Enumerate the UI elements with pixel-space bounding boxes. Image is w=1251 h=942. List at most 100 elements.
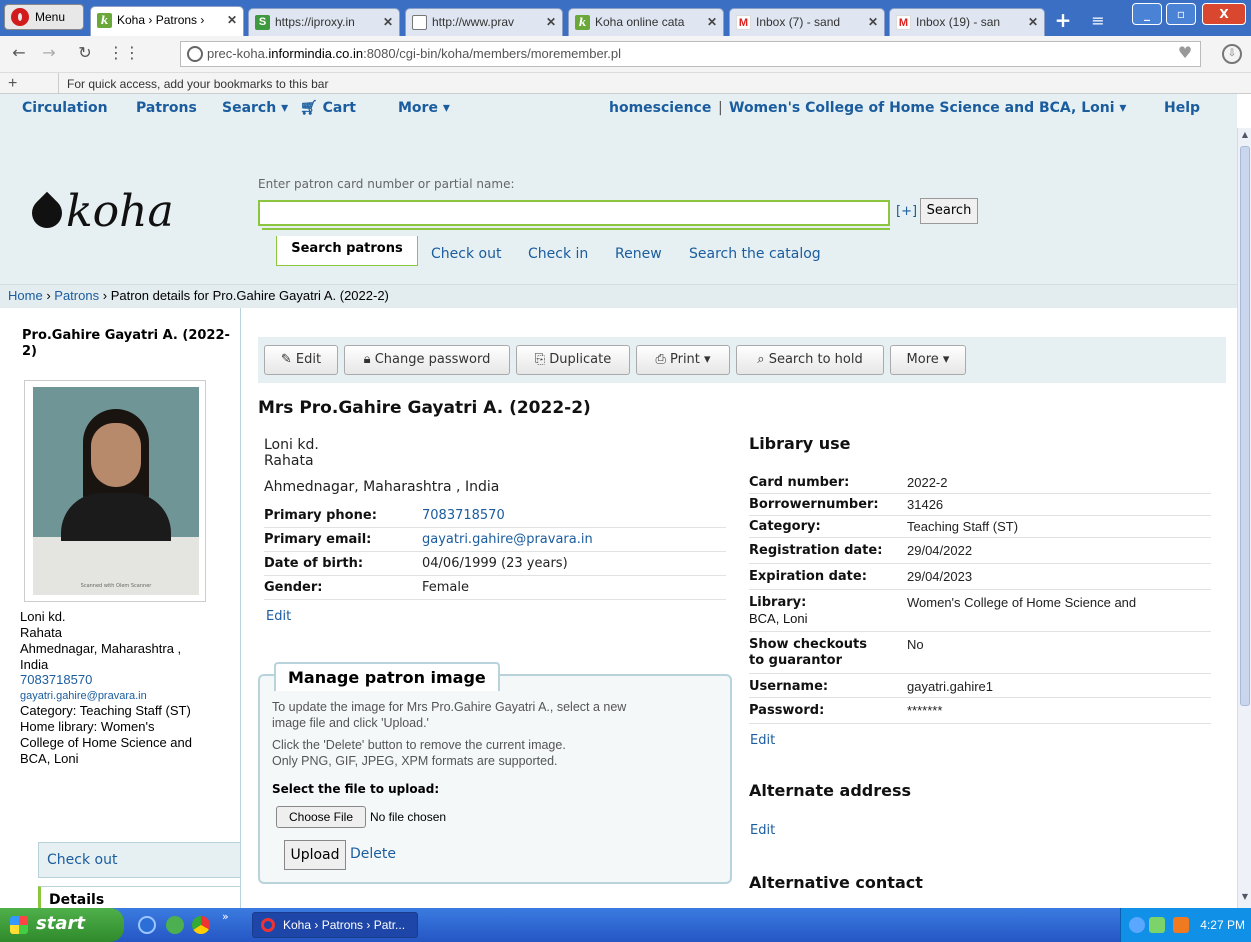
tray-q-icon[interactable] — [1173, 917, 1189, 933]
quicklaunch-chrome-icon[interactable] — [192, 916, 210, 934]
pencil-icon: ✎ — [280, 352, 296, 367]
sidebar-email-link[interactable]: gayatri.gahire@pravara.in — [20, 689, 240, 703]
field-label: Show checkouts — [749, 637, 868, 652]
speed-dial-grid-icon[interactable]: ⋮⋮ — [108, 42, 140, 64]
scroll-down-icon[interactable]: ▼ — [1238, 892, 1251, 906]
add-bookmark-plus-icon[interactable]: + — [8, 73, 17, 95]
nav-logged-in-user[interactable]: homescience — [609, 100, 711, 116]
patron-search-button[interactable]: Search — [920, 198, 978, 224]
window-minimize-icon[interactable]: _ — [1132, 3, 1162, 25]
tab-search-catalog[interactable]: Search the catalog — [689, 246, 821, 262]
library-use-library: Library: BCA, Loni Women's College of Ho… — [749, 592, 1211, 632]
quicklaunch-app-icon[interactable] — [166, 916, 184, 934]
alternate-address-heading: Alternate address — [749, 781, 912, 800]
koha-header: Circulation Patrons Search ▾ 🛒︎ Cart Mor… — [0, 94, 1237, 308]
advanced-search-toggle[interactable]: [+] — [896, 204, 917, 219]
field-value: Female — [422, 580, 470, 595]
site-info-icon[interactable] — [187, 46, 203, 62]
browser-menu-button[interactable]: Menu — [4, 4, 84, 30]
patron-search-input[interactable] — [258, 200, 890, 226]
tab-label: Inbox (7) - sand — [756, 15, 841, 29]
primary-phone-link[interactable]: 7083718570 — [422, 508, 505, 523]
change-password-button[interactable]: 🔒︎ Change password — [344, 345, 510, 375]
edit-button[interactable]: ✎ Edit — [264, 345, 338, 375]
print-dropdown-button[interactable]: ⎙ Print ▾ — [636, 345, 730, 375]
breadcrumb-home[interactable]: Home — [8, 288, 43, 303]
primary-email-link[interactable]: gayatri.gahire@pravara.in — [422, 532, 593, 547]
nav-library-dropdown[interactable]: Women's College of Home Science and BCA,… — [729, 100, 1126, 116]
field-label: Registration date: — [749, 543, 883, 558]
quicklaunch-ie-icon[interactable] — [138, 916, 156, 934]
tab-close-icon[interactable]: ✕ — [868, 9, 878, 35]
nav-circulation[interactable]: Circulation — [22, 100, 108, 116]
tab-close-icon[interactable]: ✕ — [707, 9, 717, 35]
koha-logo-text: koha — [66, 186, 174, 237]
breadcrumb-separator: › — [46, 288, 51, 303]
duplicate-button[interactable]: ⎘ Duplicate — [516, 345, 630, 375]
tab-close-icon[interactable]: ✕ — [1028, 9, 1038, 35]
back-arrow-icon[interactable]: ← — [8, 42, 30, 64]
tab-search-patrons[interactable]: Search patrons — [276, 236, 418, 266]
browser-tab-inbox-7[interactable]: M Inbox (7) - sand ✕ — [729, 8, 885, 36]
nav-separator: | — [718, 100, 723, 116]
tab-close-icon[interactable]: ✕ — [227, 7, 237, 33]
quicklaunch-overflow-chevron[interactable]: » — [222, 910, 229, 923]
browser-tab-iproxy[interactable]: S https://iproxy.in ✕ — [248, 8, 400, 36]
new-tab-plus-icon[interactable]: + — [1049, 10, 1077, 32]
tab-close-icon[interactable]: ✕ — [383, 9, 393, 35]
sidebar-category: Category: Teaching Staff (ST) — [20, 703, 191, 718]
bookmark-heart-icon[interactable]: ♥ — [1170, 42, 1200, 64]
field-label: Gender: — [264, 580, 323, 595]
tab-close-icon[interactable]: ✕ — [546, 9, 556, 35]
scroll-up-icon[interactable]: ▲ — [1238, 130, 1251, 144]
patron-search-label: Enter patron card number or partial name… — [258, 177, 515, 191]
edit-library-use-link[interactable]: Edit — [750, 733, 775, 748]
browser-tab-koha-patrons[interactable]: k Koha › Patrons › ✕ — [90, 6, 244, 36]
choose-file-button[interactable]: Choose File — [276, 806, 366, 828]
sidebar-phone-link[interactable]: 7083718570 — [20, 673, 240, 687]
tray-network-icon[interactable] — [1129, 917, 1145, 933]
nav-patrons[interactable]: Patrons — [136, 100, 197, 116]
alternative-contact-heading: Alternative contact — [749, 873, 923, 892]
browser-tab-inbox-19[interactable]: M Inbox (19) - san ✕ — [889, 8, 1045, 36]
nav-search-dropdown[interactable]: Search ▾ — [222, 100, 288, 116]
tab-label: http://www.prav — [432, 15, 515, 29]
tab-renew[interactable]: Renew — [615, 246, 662, 262]
koha-logo[interactable]: koha — [25, 186, 174, 237]
taskbar-item-koha[interactable]: Koha › Patrons › Patr... — [252, 912, 418, 938]
breadcrumb-patrons[interactable]: Patrons — [54, 288, 99, 303]
tab-check-in[interactable]: Check in — [528, 246, 588, 262]
forward-arrow-icon[interactable]: → — [38, 42, 60, 64]
page-scrollbar[interactable]: ▲ ▼ — [1237, 128, 1251, 908]
library-use-username: Username: gayatri.gahire1 — [749, 676, 1211, 698]
nav-more-dropdown[interactable]: More ▾ — [398, 100, 450, 116]
window-maximize-icon[interactable]: ▫ — [1166, 3, 1196, 25]
window-close-icon[interactable]: X — [1202, 3, 1246, 25]
nav-help[interactable]: Help — [1164, 100, 1200, 116]
field-label: Borrowernumber: — [749, 497, 879, 512]
url-path: :8080/cgi-bin/koha/members/moremember.pl — [363, 46, 622, 61]
tab-check-out[interactable]: Check out — [431, 246, 501, 262]
scrollbar-thumb[interactable] — [1240, 146, 1250, 706]
edit-alternate-address-link[interactable]: Edit — [750, 823, 775, 838]
field-value: 29/04/2022 — [907, 543, 973, 558]
sidebar-patron-name: Pro.Gahire Gayatri A. (2022-2) — [22, 328, 230, 359]
browser-tab-pravara[interactable]: http://www.prav ✕ — [405, 8, 563, 36]
url-input[interactable]: prec-koha.informindia.co.in:8080/cgi-bin… — [180, 41, 1201, 67]
download-icon[interactable]: ⇩ — [1222, 44, 1242, 64]
delete-image-link[interactable]: Delete — [350, 846, 396, 862]
nav-cart[interactable]: 🛒︎ Cart — [300, 100, 356, 116]
upload-button[interactable]: Upload — [284, 840, 346, 870]
browser-address-bar: ← → ↻ ⋮⋮ prec-koha.informindia.co.in:808… — [0, 36, 1251, 95]
tray-app-icon[interactable] — [1149, 917, 1165, 933]
browser-tab-koha-catalog[interactable]: k Koha online cata ✕ — [568, 8, 724, 36]
search-to-hold-button[interactable]: ⌕ Search to hold — [736, 345, 884, 375]
tab-list-menu-icon[interactable]: ≡ — [1084, 10, 1112, 32]
field-value: 29/04/2023 — [907, 569, 973, 584]
start-button[interactable]: start — [0, 908, 124, 942]
reload-icon[interactable]: ↻ — [74, 42, 96, 64]
more-dropdown-button[interactable]: More ▾ — [890, 345, 966, 375]
edit-contact-link[interactable]: Edit — [266, 609, 291, 624]
tab-label: Koha online cata — [595, 15, 685, 29]
sidebar-nav-check-out[interactable]: Check out — [38, 842, 240, 878]
